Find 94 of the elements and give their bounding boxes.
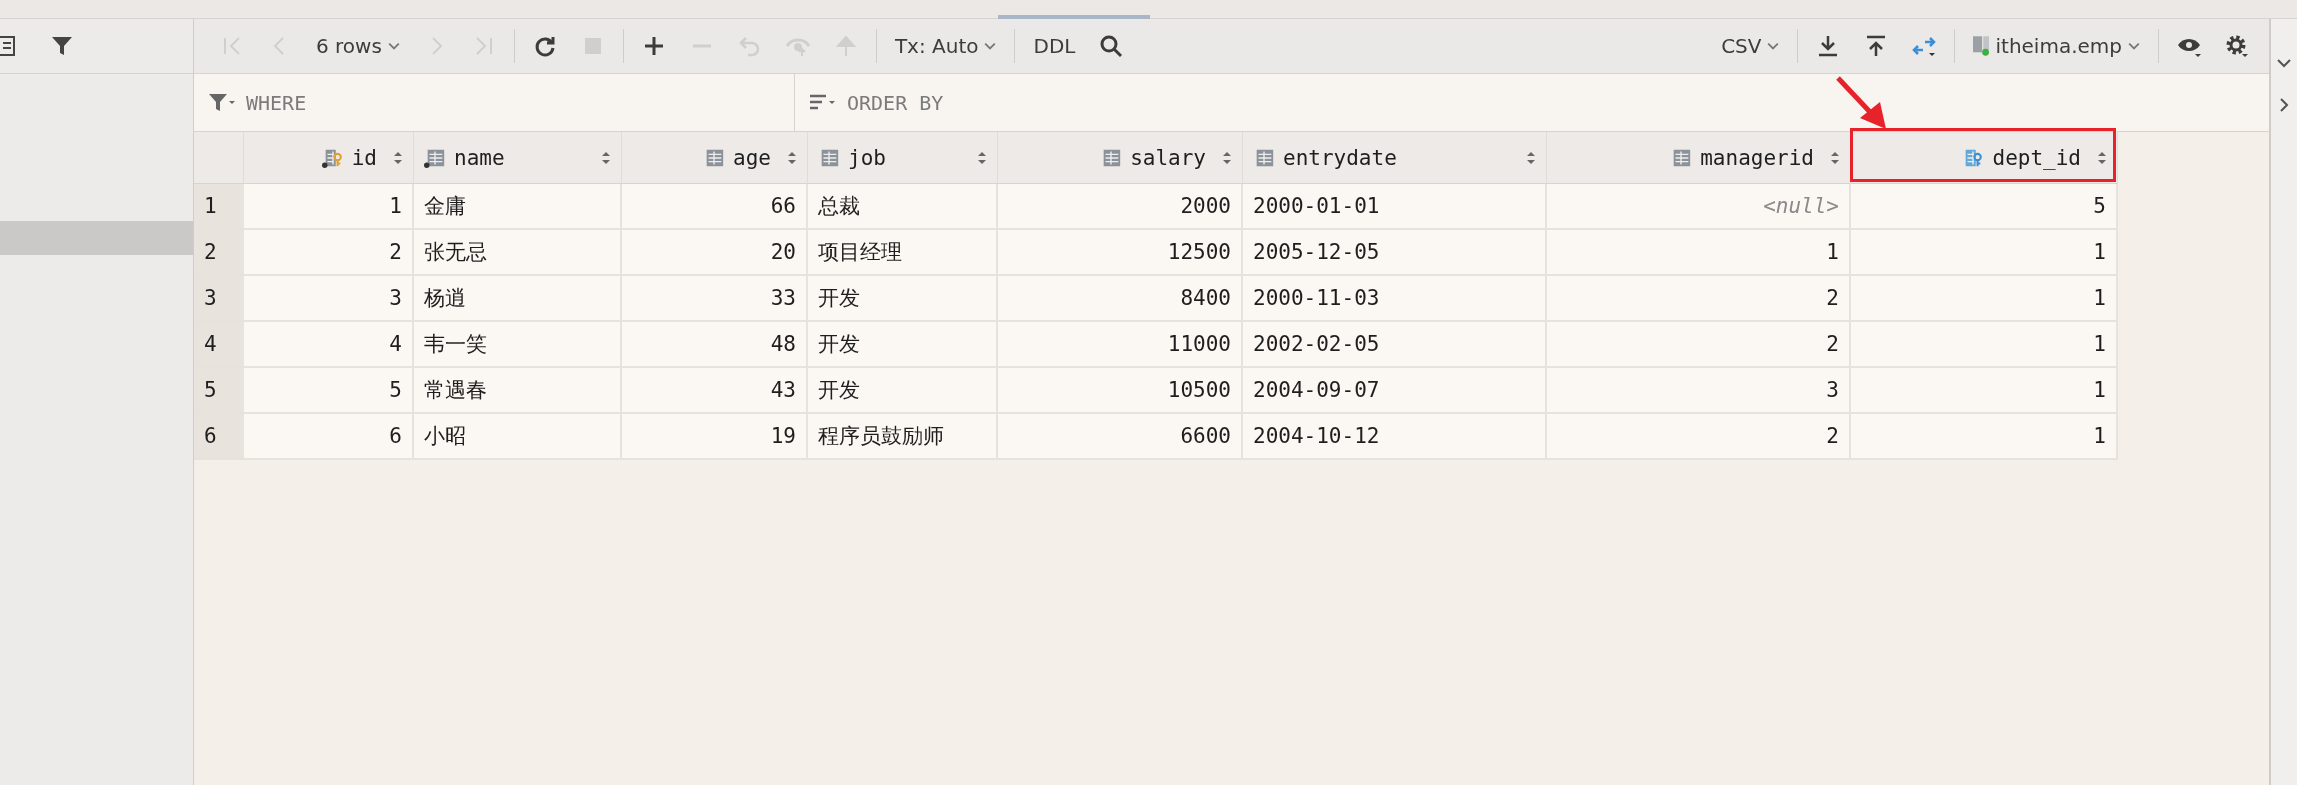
table-cell: 张无忌 — [414, 230, 622, 276]
table-cell: 杨逍 — [414, 276, 622, 322]
table-cell: 金庸 — [414, 184, 622, 230]
table-cell: 2004-10-12 — [1243, 414, 1547, 460]
ddl-button[interactable]: DDL — [1021, 26, 1088, 66]
table-cell: 1 — [1851, 414, 2118, 460]
column-name: managerid — [1700, 145, 1814, 170]
sort-icon[interactable] — [1526, 150, 1536, 165]
sort-icon[interactable] — [601, 150, 611, 165]
sort-icon[interactable] — [1830, 150, 1840, 165]
row-number: 1 — [194, 184, 244, 230]
table-cell: 总裁 — [808, 184, 998, 230]
column-name: salary — [1130, 145, 1206, 170]
table-cell: 1 — [1851, 276, 2118, 322]
filter-icon[interactable] — [50, 34, 74, 58]
table-cell: 1 — [1851, 230, 2118, 276]
column-header[interactable]: dept_id — [1851, 132, 2118, 184]
table-cell: 8400 — [998, 276, 1243, 322]
table-cell: 6 — [244, 414, 414, 460]
transaction-mode-dropdown[interactable]: Tx: Auto — [882, 26, 1009, 66]
where-filter-field[interactable]: WHERE — [244, 89, 648, 116]
table-selector-dropdown[interactable]: itheima.emp — [1961, 26, 2152, 66]
table-cell: 2 — [1547, 322, 1851, 368]
table-connection-icon — [1973, 36, 1990, 56]
table-cell: 5 — [244, 368, 414, 414]
table-cell: 程序员鼓励师 — [808, 414, 998, 460]
column-name: id — [351, 145, 377, 170]
column-name: age — [733, 145, 771, 170]
row-number: 3 — [194, 276, 244, 322]
filter-icon — [208, 91, 236, 114]
column-name: dept_id — [1992, 145, 2081, 170]
null-cell: <null> — [1547, 184, 1851, 230]
table-cell: 1 — [1851, 368, 2118, 414]
table-cell: 1 — [1547, 230, 1851, 276]
table-cell: 19 — [622, 414, 808, 460]
console-icon[interactable] — [0, 34, 16, 58]
table-cell: 开发 — [808, 368, 998, 414]
caret-icon — [2128, 42, 2140, 50]
row-number: 6 — [194, 414, 244, 460]
table-cell: 项目经理 — [808, 230, 998, 276]
table-cell: 开发 — [808, 276, 998, 322]
column-header[interactable]: entrydate — [1243, 132, 1547, 184]
table-cell: 2002-02-05 — [1243, 322, 1547, 368]
column-header[interactable]: salary — [998, 132, 1243, 184]
order-by-field[interactable]: ORDER BY — [845, 89, 1249, 116]
sort-icon[interactable] — [977, 150, 987, 165]
table-cell: 2 — [1547, 414, 1851, 460]
table-cell: 韦一笑 — [414, 322, 622, 368]
table-cell: 43 — [622, 368, 808, 414]
column-header[interactable]: managerid — [1547, 132, 1851, 184]
table-cell: 2000-11-03 — [1243, 276, 1547, 322]
table-cell: 33 — [622, 276, 808, 322]
column-name: job — [848, 145, 886, 170]
table-cell: 48 — [622, 322, 808, 368]
table-cell: 1 — [1851, 322, 2118, 368]
column-header[interactable]: name — [414, 132, 622, 184]
table-cell: 1 — [244, 184, 414, 230]
column-header[interactable]: job — [808, 132, 998, 184]
table-cell: 6600 — [998, 414, 1243, 460]
row-number: 2 — [194, 230, 244, 276]
column-header[interactable]: age — [622, 132, 808, 184]
column-name: name — [454, 145, 505, 170]
table-cell: 4 — [244, 322, 414, 368]
table-cell: 2005-12-05 — [1243, 230, 1547, 276]
table-cell: 开发 — [808, 322, 998, 368]
annotation-arrow — [1836, 76, 1888, 130]
caret-icon — [387, 42, 400, 50]
sort-icon[interactable] — [393, 150, 403, 165]
page-size-dropdown[interactable]: 6 rows — [304, 26, 412, 66]
sort-icon[interactable] — [1222, 150, 1232, 165]
row-number: 4 — [194, 322, 244, 368]
table-cell: 11000 — [998, 322, 1243, 368]
sort-icon[interactable] — [2097, 150, 2107, 165]
table-cell: 2000 — [998, 184, 1243, 230]
table-cell: 3 — [1547, 368, 1851, 414]
table-cell: 5 — [1851, 184, 2118, 230]
column-name: entrydate — [1283, 145, 1397, 170]
table-cell: 3 — [244, 276, 414, 322]
table-cell: 10500 — [998, 368, 1243, 414]
table-cell: 常遇春 — [414, 368, 622, 414]
table-cell: 2 — [1547, 276, 1851, 322]
export-format-dropdown[interactable]: CSV — [1709, 26, 1792, 66]
caret-icon — [984, 42, 997, 50]
table-cell: 66 — [622, 184, 808, 230]
table-cell: 12500 — [998, 230, 1243, 276]
column-header[interactable]: id — [244, 132, 414, 184]
sort-icon[interactable] — [787, 150, 797, 165]
table-cell: 小昭 — [414, 414, 622, 460]
table-cell: 2 — [244, 230, 414, 276]
table-cell: 20 — [622, 230, 808, 276]
table-cell: 2000-01-01 — [1243, 184, 1547, 230]
caret-icon — [1767, 42, 1780, 50]
table-cell: 2004-09-07 — [1243, 368, 1547, 414]
row-number: 5 — [194, 368, 244, 414]
